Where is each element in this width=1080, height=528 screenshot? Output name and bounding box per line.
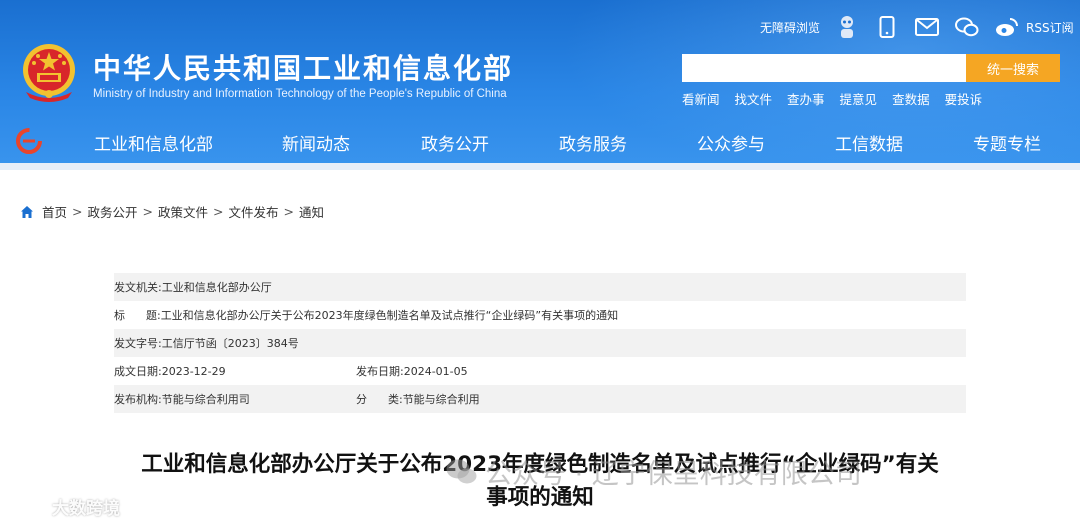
accessibility-link[interactable]: 无障碍浏览 [760,19,820,36]
breadcrumb-separator: > [283,204,294,219]
brand-logo-icon [8,498,48,515]
robot-assistant-icon[interactable] [834,14,860,40]
org-name-cn: 中华人民共和国工业和信息化部 [93,52,514,85]
published-date: 发布日期: 2024-01-05 [356,363,468,379]
watermark-left-text: 大数跨境 [52,499,120,519]
wechat-icon[interactable] [954,14,980,40]
agency: 发布机构: 节能与综合利用司 [114,391,250,407]
wechat-watermark-icon [446,459,477,483]
quick-link-feedback[interactable]: 提意见 [840,89,878,108]
site-header: 中华人民共和国工业和信息化部 Ministry of Industry and … [0,0,1080,170]
quick-links: 看新闻 找文件 查办事 提意见 查数据 要投诉 [682,89,997,108]
created-value: 2023-12-29 [161,364,226,378]
nav-news[interactable]: 新闻动态 [282,130,350,155]
agency-label: 发布机构: [114,393,162,406]
home-icon [21,205,33,218]
info-row-dates: 成文日期: 2023-12-29 发布日期: 2024-01-05 [114,357,966,385]
watermark-brand: 大数跨境 [8,494,120,519]
mobile-icon[interactable] [874,14,900,40]
breadcrumb-separator: > [142,204,153,219]
main-nav: 工业和信息化部 新闻动态 政务公开 政务服务 公众参与 工信数据 专题专栏 [0,118,1080,163]
breadcrumb-home[interactable]: 首页 [42,202,67,221]
issuer-label: 发文机关: [114,281,162,294]
quick-link-files[interactable]: 找文件 [735,89,773,108]
breadcrumb-notice[interactable]: 通知 [299,202,324,221]
miit-logo-icon [16,128,42,154]
category: 分 类: 节能与综合利用 [356,391,480,407]
category-label: 分 类: [356,393,403,406]
quick-link-news[interactable]: 看新闻 [682,89,720,108]
created-date: 成文日期: 2023-12-29 [114,363,226,379]
quick-link-complaint[interactable]: 要投诉 [945,89,983,108]
info-row-issuer: 发文机关: 工业和信息化部办公厅 [114,273,966,301]
category-value: 节能与综合利用 [402,393,480,406]
search-input[interactable] [682,54,966,82]
issuer-value: 工业和信息化部办公厅 [161,281,272,294]
utility-bar: 无障碍浏览 RSS订阅 [760,14,1074,40]
unified-search-button[interactable]: 统一搜索 [966,54,1060,82]
agency-value: 节能与综合利用司 [161,393,250,406]
info-row-doc-no: 发文字号: 工信厅节函〔2023〕384号 [114,329,966,357]
breadcrumb-separator: > [213,204,224,219]
rss-link[interactable]: RSS订阅 [1026,19,1074,36]
site-search: 统一搜索 [682,54,1060,82]
quick-link-data[interactable]: 查数据 [892,89,930,108]
info-row-agency: 发布机构: 节能与综合利用司 分 类: 节能与综合利用 [114,385,966,413]
title-label: 标 题: [114,309,161,322]
watermark-right-text: 公众号 · 辽宁保呈科技有限公司 [485,459,862,490]
weibo-icon[interactable] [994,14,1020,40]
nav-miit[interactable]: 工业和信息化部 [94,130,213,155]
doc-no-value: 工信厅节函〔2023〕384号 [161,337,299,350]
watermark-wechat-account: 公众号 · 辽宁保呈科技有限公司 [445,452,862,491]
title-value: 工业和信息化部办公厅关于公布2023年度绿色制造名单及试点推行“企业绿码”有关事… [160,309,619,322]
document-info-table: 发文机关: 工业和信息化部办公厅 标 题: 工业和信息化部办公厅关于公布2023… [114,273,966,413]
breadcrumb: 首页 > 政务公开 > 政策文件 > 文件发布 > 通知 [20,202,324,221]
doc-no-label: 发文字号: [114,337,162,350]
national-emblem-icon [23,44,75,102]
quick-link-services[interactable]: 查办事 [787,89,825,108]
info-row-title: 标 题: 工业和信息化部办公厅关于公布2023年度绿色制造名单及试点推行“企业绿… [114,301,966,329]
breadcrumb-policy-files[interactable]: 政策文件 [158,202,208,221]
breadcrumb-file-release[interactable]: 文件发布 [229,202,279,221]
created-label: 成文日期: [114,365,162,378]
nav-gov-affairs[interactable]: 政务公开 [421,130,489,155]
published-value: 2024-01-05 [403,364,468,378]
mail-icon[interactable] [914,14,940,40]
nav-public-participation[interactable]: 公众参与 [697,130,765,155]
nav-data[interactable]: 工信数据 [835,130,903,155]
breadcrumb-gov-affairs[interactable]: 政务公开 [88,202,138,221]
breadcrumb-separator: > [72,204,83,219]
published-label: 发布日期: [356,365,404,378]
header-bottom-strip [0,163,1080,170]
nav-special-topics[interactable]: 专题专栏 [973,130,1041,155]
nav-gov-services[interactable]: 政务服务 [559,130,627,155]
org-name-en: Ministry of Industry and Information Tec… [93,88,507,100]
